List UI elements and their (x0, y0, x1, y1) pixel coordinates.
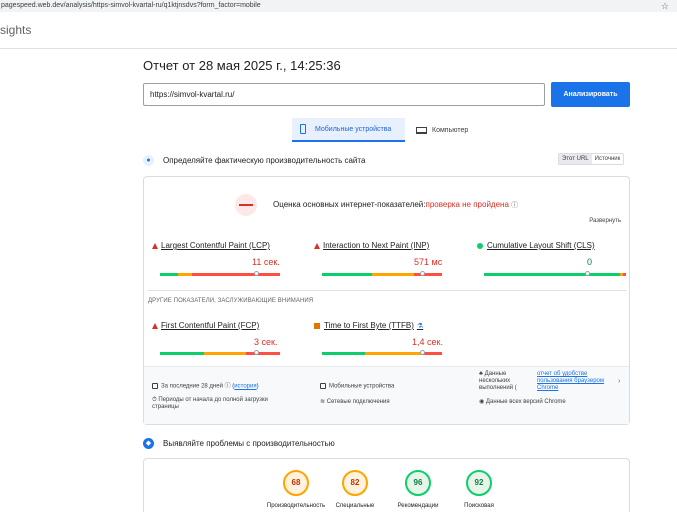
people-icon: ● (143, 154, 154, 166)
metric-lcp-value: 11 сек. (252, 257, 280, 267)
samples-text: Данные нескольких выполнений ( (479, 371, 517, 391)
network-item: ≋ Сетевые подключения (320, 399, 390, 406)
metric-ttfb-bar (322, 350, 442, 355)
tab-mobile[interactable]: Мобильные устройства (292, 118, 405, 142)
metric-lcp-link[interactable]: Largest Contentful Paint (LCP) (152, 241, 302, 250)
fail-triangle-icon (314, 242, 320, 249)
chrome-versions-item: ◉ Данные всех версий Chrome (479, 399, 566, 406)
percentile-marker (420, 271, 425, 276)
metric-cls: Cumulative Layout Shift (CLS) (477, 241, 627, 250)
performance-score-gauge[interactable]: 68 (283, 470, 309, 496)
toggle-this-url[interactable]: Этот URL (559, 154, 592, 164)
metric-lcp-label[interactable]: Largest Contentful Paint (LCP) (161, 241, 270, 250)
metric-fcp-label[interactable]: First Contentful Paint (FCP) (161, 321, 259, 330)
metric-cls-bar (484, 271, 626, 276)
chevron-right-icon[interactable]: › (618, 378, 620, 385)
periods-item: ⏱ Периоды от начала до полной загрузки с… (152, 397, 292, 411)
bookmark-star-icon[interactable]: ☆ (661, 0, 669, 12)
metric-cls-label[interactable]: Cumulative Layout Shift (CLS) (487, 241, 595, 250)
metric-inp-link[interactable]: Interaction to Next Paint (INP) (314, 241, 464, 250)
chrome-icon: ◉ (479, 399, 485, 405)
network-text: Сетевые подключения (326, 399, 390, 405)
info-icon[interactable]: ⓘ (511, 202, 518, 209)
tab-mobile-label: Мобильные устройства (315, 125, 392, 133)
tab-desktop[interactable]: Компьютер (414, 118, 484, 142)
diagnose-heading: ◆ Выявляйте проблемы с производительност… (143, 436, 335, 450)
metric-ttfb-link[interactable]: Time to First Byte (TTFB) ⚗ (314, 321, 464, 330)
percentile-marker (254, 350, 259, 355)
calendar-icon (152, 383, 158, 389)
browser-address-bar[interactable]: pagespeed.web.dev/analysis/https-simvol-… (0, 0, 677, 12)
field-data-card: Оценка основных интернет-показателей:про… (143, 176, 630, 425)
metric-ttfb-label[interactable]: Time to First Byte (TTFB) (324, 321, 414, 330)
diagnose-heading-text: Выявляйте проблемы с производительностью (163, 438, 335, 448)
field-heading-text: Определяйте фактическую производительнос… (163, 155, 366, 165)
brand-title[interactable]: sights (0, 23, 31, 37)
samples-item: ♣ Данные нескольких выполнений ( (479, 371, 531, 392)
seo-label[interactable]: Поисковая (444, 503, 514, 509)
cwv-status: проверка не пройдена (425, 200, 509, 209)
accessibility-score-gauge[interactable]: 82 (342, 470, 368, 496)
toggle-origin[interactable]: Источник (592, 154, 624, 164)
metric-cls-link[interactable]: Cumulative Layout Shift (CLS) (477, 241, 627, 250)
url-input[interactable] (143, 83, 545, 106)
metric-inp-label[interactable]: Interaction to Next Paint (INP) (323, 241, 429, 250)
metric-fcp-bar (160, 350, 280, 355)
period-item: За последние 28 дней ⓘ (история) (152, 383, 259, 391)
other-metrics-heading: ДРУГИЕ ПОКАЗАТЕЛИ, ЗАСЛУЖИВАЮЩИЕ ВНИМАНИ… (148, 298, 314, 304)
experimental-flask-icon: ⚗ (416, 322, 424, 330)
periods-text: Периоды от начала до полной загрузки стр… (152, 397, 268, 410)
core-web-vitals-icon (235, 194, 257, 216)
fail-triangle-icon (152, 322, 158, 329)
needs-improvement-square-icon (314, 322, 320, 329)
devices-text: Мобильные устройства (329, 383, 395, 390)
best-practices-label[interactable]: Рекомендации (383, 503, 453, 509)
field-data-heading: ● Определяйте фактическую производительн… (143, 153, 365, 167)
cwv-title-text: Оценка основных интернет-показателей: (273, 200, 426, 209)
url-origin-toggle[interactable]: Этот URL Источник (558, 153, 625, 165)
laptop-icon (416, 126, 427, 134)
percentile-marker (585, 271, 590, 276)
cwv-assessment: Оценка основных интернет-показателей:про… (273, 200, 518, 210)
chrome-versions-text: Данные всех версий Chrome (485, 399, 566, 405)
metric-fcp-link[interactable]: First Contentful Paint (FCP) (152, 321, 302, 330)
metric-fcp: First Contentful Paint (FCP) (152, 321, 302, 330)
report-title: Отчет от 28 мая 2025 г., 14:25:36 (143, 58, 341, 73)
history-link[interactable]: история (234, 384, 256, 390)
percentile-marker (254, 271, 259, 276)
percentile-marker (420, 350, 425, 355)
metric-ttfb: Time to First Byte (TTFB) ⚗ (314, 321, 464, 330)
tab-desktop-label: Компьютер (432, 126, 469, 134)
lighthouse-icon: ◆ (143, 437, 154, 449)
fail-triangle-icon (152, 242, 158, 249)
metric-cls-value: 0 (587, 257, 593, 267)
metric-fcp-value: 3 сек. (254, 337, 278, 347)
phone-icon (300, 124, 306, 134)
best-practices-score-gauge[interactable]: 96 (405, 470, 431, 496)
app-header: sights (0, 12, 677, 49)
metric-lcp: Largest Contentful Paint (LCP) (152, 241, 302, 250)
crux-report-link[interactable]: отчет об удобстве пользования браузером … (537, 371, 615, 392)
analyze-button[interactable]: Анализировать (551, 82, 630, 107)
period-text: За последние 28 дней (161, 383, 223, 390)
field-data-footer: За последние 28 дней ⓘ (история) ⏱ Перио… (144, 366, 629, 424)
users-icon: ♣ (479, 371, 483, 377)
metric-inp-value: 571 мс (414, 257, 443, 267)
metric-ttfb-value: 1,4 сек. (412, 337, 443, 347)
expand-toggle[interactable]: Развернуть (589, 218, 621, 224)
divider (148, 290, 627, 291)
devices-item: Мобильные устройства (320, 383, 394, 391)
wifi-icon: ≋ (320, 399, 326, 405)
metric-lcp-bar (160, 271, 280, 276)
browser-url[interactable]: pagespeed.web.dev/analysis/https-simvol-… (1, 2, 261, 9)
seo-score-gauge[interactable]: 92 (466, 470, 492, 496)
metric-inp: Interaction to Next Paint (INP) (314, 241, 464, 250)
metric-inp-bar (322, 271, 442, 276)
category-scores-card: 68 Производительность 82 Специальные 96 … (143, 458, 630, 512)
info-icon[interactable]: ⓘ (225, 384, 231, 390)
pass-circle-icon (477, 242, 483, 249)
devices-icon (320, 383, 326, 389)
timer-icon: ⏱ (152, 397, 157, 403)
accessibility-label[interactable]: Специальные (320, 503, 390, 509)
